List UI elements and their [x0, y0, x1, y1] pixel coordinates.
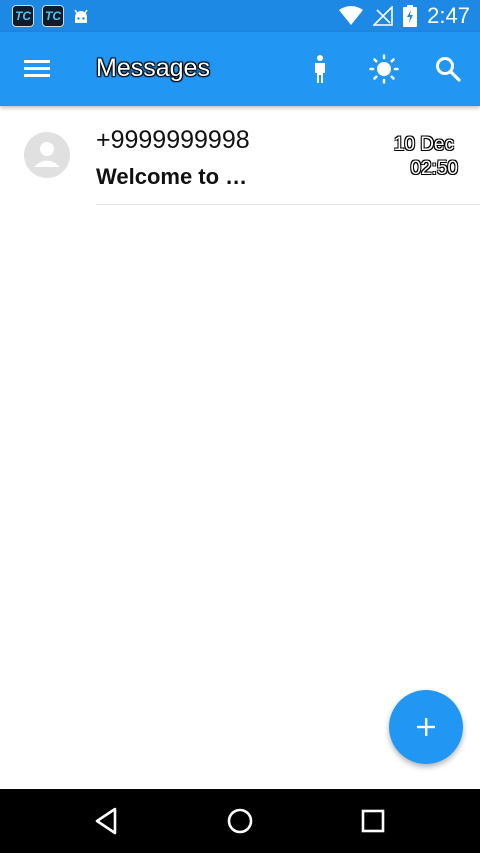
contact-name: +9999999998	[96, 126, 250, 154]
android-icon	[74, 9, 88, 23]
brightness-icon	[369, 54, 399, 84]
search-icon	[436, 57, 461, 82]
wifi-icon	[339, 6, 364, 25]
home-icon	[227, 808, 253, 834]
plus-icon	[417, 718, 435, 736]
person-icon	[315, 55, 325, 83]
cellular-signal-icon	[373, 6, 393, 26]
search-button[interactable]	[433, 54, 463, 84]
back-button[interactable]	[91, 805, 123, 837]
notification-icons: TC TC	[12, 5, 90, 27]
tc-notification-icon: TC	[12, 5, 34, 27]
avatar	[24, 132, 70, 178]
message-time: 02:50	[410, 158, 458, 179]
menu-icon	[24, 60, 50, 77]
theme-toggle-button[interactable]	[369, 54, 399, 84]
list-divider	[96, 204, 480, 205]
conversation-item[interactable]: +9999999998 Welcome to … 10 Dec 02:50	[0, 116, 480, 206]
app-bar: Messages	[0, 32, 480, 106]
page-title: Messages	[96, 54, 210, 82]
recents-icon	[361, 809, 385, 833]
message-snippet: Welcome to …	[96, 164, 248, 189]
battery-charging-icon	[403, 5, 418, 27]
system-icons: 2:47	[339, 2, 470, 30]
new-message-button[interactable]	[389, 690, 463, 764]
recents-button[interactable]	[357, 805, 389, 837]
clock: 2:47	[427, 3, 470, 28]
back-icon	[95, 807, 117, 835]
tc-notification-icon: TC	[42, 5, 64, 27]
contacts-button[interactable]	[305, 54, 335, 84]
message-date: 10 Dec	[393, 134, 454, 155]
menu-button[interactable]	[22, 56, 52, 82]
home-button[interactable]	[224, 805, 256, 837]
navigation-bar	[0, 789, 480, 853]
status-bar: TC TC 2:47	[0, 0, 480, 32]
